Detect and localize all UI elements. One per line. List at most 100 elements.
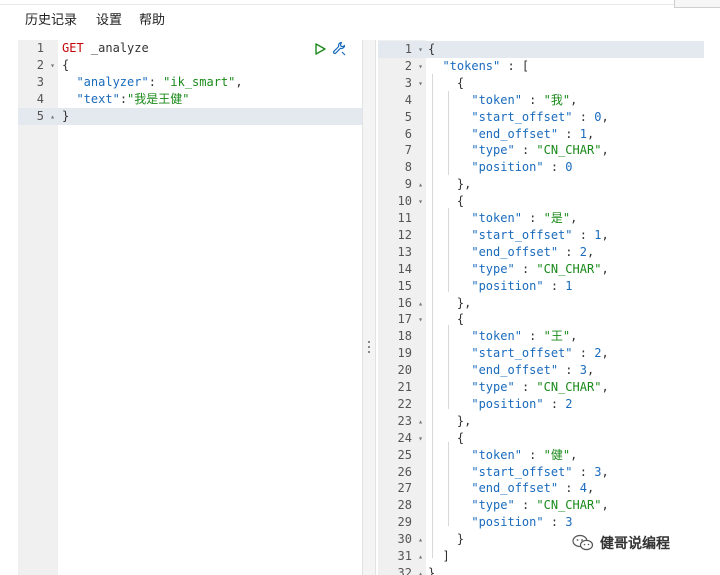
end-offset-key: "end_offset" — [471, 126, 559, 141]
wrench-icon[interactable] — [331, 40, 347, 56]
line-number: 10 — [397, 194, 412, 209]
response-line[interactable]: "end_offset" : 3, — [428, 362, 594, 379]
line-number: 9 — [404, 177, 412, 192]
fold-close-icon[interactable]: ▴ — [418, 565, 423, 575]
response-line[interactable]: "position" : 1 — [428, 278, 573, 295]
position-value: 0 — [565, 160, 573, 175]
line-number: 20 — [397, 363, 412, 378]
response-line[interactable]: "token" : "健", — [428, 447, 577, 464]
start-offset-key: "start_offset" — [471, 227, 573, 242]
response-line[interactable]: }, — [428, 413, 471, 430]
response-line[interactable]: { — [428, 430, 464, 447]
top-strip — [0, 0, 720, 5]
response-line-number: 13 — [378, 244, 426, 261]
response-line[interactable]: "token" : "王", — [428, 328, 577, 345]
menu-history[interactable]: 历史记录 — [25, 12, 77, 30]
line-number: 14 — [397, 261, 412, 276]
line-number: 15 — [397, 278, 412, 293]
fold-close-icon[interactable]: ▴ — [418, 548, 423, 565]
token-value: "是" — [543, 211, 571, 225]
type-key: "type" — [471, 498, 515, 513]
request-line-number: 3 — [18, 74, 58, 91]
response-line[interactable]: }, — [428, 295, 471, 312]
line-number: 16 — [397, 295, 412, 310]
line-number: 2 — [36, 58, 44, 72]
response-line[interactable]: "start_offset" : 1, — [428, 227, 608, 244]
response-line[interactable]: "end_offset" : 2, — [428, 244, 594, 261]
play-icon[interactable] — [313, 42, 327, 56]
request-line-4[interactable]: "text":"我是王健" — [62, 91, 190, 108]
drag-handle-icon[interactable] — [366, 340, 372, 354]
line-number: 17 — [397, 312, 412, 327]
response-line-number: 7 — [378, 142, 426, 159]
line-number: 1 — [404, 42, 412, 56]
fold-open-icon[interactable]: ▾ — [418, 41, 423, 58]
response-line[interactable]: ] — [428, 548, 449, 565]
fold-close-icon[interactable]: ▴ — [50, 108, 55, 125]
response-line-number: 27 — [378, 480, 426, 497]
response-line[interactable]: "end_offset" : 4, — [428, 480, 594, 497]
fold-close-icon[interactable]: ▴ — [418, 295, 423, 312]
response-line[interactable]: "tokens" : [ — [428, 58, 529, 75]
response-line[interactable]: } — [428, 531, 464, 548]
fold-open-icon[interactable]: ▾ — [418, 430, 423, 447]
response-line-number: 20 — [378, 362, 426, 379]
response-line-number: 9 ▴ — [378, 176, 426, 193]
response-line[interactable]: { — [428, 193, 464, 210]
menu-settings[interactable]: 设置 — [96, 12, 122, 30]
line-number: 4 — [404, 92, 412, 107]
request-line-5[interactable]: } — [62, 108, 69, 125]
request-line-3[interactable]: "analyzer": "ik_smart", — [62, 74, 242, 91]
response-line[interactable]: }, — [428, 176, 471, 193]
response-line[interactable]: "start_offset" : 2, — [428, 345, 608, 362]
pane-splitter[interactable] — [362, 40, 376, 575]
response-line[interactable]: "type" : "CN_CHAR", — [428, 261, 608, 278]
line-number: 22 — [397, 396, 412, 411]
response-line[interactable]: "start_offset" : 0, — [428, 109, 608, 126]
end-offset-key: "end_offset" — [471, 363, 559, 378]
response-line-number: 16 ▴ — [378, 295, 426, 312]
response-line[interactable]: } — [428, 565, 435, 575]
position-value: 1 — [565, 278, 573, 293]
response-line[interactable]: { — [428, 311, 464, 328]
response-line[interactable]: "position" : 3 — [428, 514, 572, 531]
end-offset-key: "end_offset" — [471, 244, 559, 259]
fold-open-icon[interactable]: ▾ — [418, 193, 423, 210]
response-line-number: 28 — [378, 497, 426, 514]
text-value: "我是王健" — [127, 92, 190, 106]
line-number: 24 — [397, 430, 412, 445]
line-number: 5 — [404, 109, 412, 124]
response-line[interactable]: "type" : "CN_CHAR", — [428, 497, 608, 514]
request-line-number: 5 ▴ — [18, 108, 58, 125]
line-number: 12 — [397, 227, 412, 242]
response-line-number: 32 ▴ — [378, 565, 426, 575]
response-line[interactable]: "type" : "CN_CHAR", — [428, 142, 608, 159]
menu-help[interactable]: 帮助 — [139, 12, 165, 30]
fold-open-icon[interactable]: ▾ — [418, 75, 423, 92]
line-number: 31 — [397, 549, 412, 563]
response-line-number: 5 — [378, 109, 426, 126]
fold-open-icon[interactable]: ▾ — [50, 57, 55, 74]
fold-open-icon[interactable]: ▾ — [418, 311, 423, 328]
fold-close-icon[interactable]: ▴ — [418, 176, 423, 193]
response-line[interactable]: "start_offset" : 3, — [428, 464, 608, 481]
fold-close-icon[interactable]: ▴ — [418, 531, 423, 548]
request-active-line — [18, 108, 362, 125]
response-line[interactable]: { — [428, 75, 464, 92]
fold-close-icon[interactable]: ▴ — [418, 413, 423, 430]
response-line[interactable]: "position" : 0 — [428, 159, 573, 176]
token-key: "token" — [471, 447, 522, 462]
request-line-number: 2 ▾ — [18, 57, 58, 74]
request-line-2[interactable]: { — [62, 57, 69, 74]
request-line-1[interactable]: GET _analyze — [62, 40, 149, 57]
response-line[interactable]: "token" : "我", — [428, 92, 577, 109]
response-line-number: 12 — [378, 227, 426, 244]
response-line[interactable]: { — [428, 41, 435, 58]
response-line[interactable]: "end_offset" : 1, — [428, 126, 594, 143]
menu-bar: 历史记录 设置 帮助 — [0, 0, 720, 40]
response-line[interactable]: "position" : 2 — [428, 396, 572, 413]
fold-open-icon[interactable]: ▾ — [418, 58, 423, 75]
response-line[interactable]: "type" : "CN_CHAR", — [428, 379, 608, 396]
response-line[interactable]: "token" : "是", — [428, 210, 577, 227]
position-key: "position" — [471, 160, 544, 175]
